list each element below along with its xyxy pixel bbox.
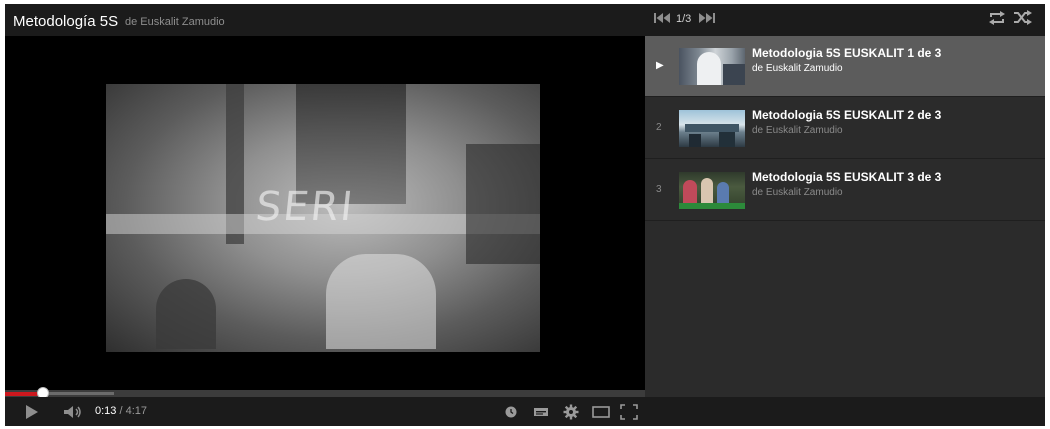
thumbnail-figure bbox=[719, 132, 735, 147]
video-column: Metodología 5S de Euskalit Zamudio SERI bbox=[5, 4, 645, 426]
title-bar: Metodología 5S de Euskalit Zamudio bbox=[5, 4, 645, 36]
thumbnail-figure bbox=[697, 52, 721, 85]
play-button[interactable] bbox=[19, 397, 45, 426]
control-bar: 0:13 / 4:17 bbox=[5, 397, 645, 426]
time-separator: / bbox=[119, 405, 123, 417]
playlist-item-title[interactable]: Metodologia 5S EUSKALIT 1 de 3 bbox=[752, 46, 941, 60]
current-time: 0:13 bbox=[95, 405, 117, 417]
duration: 4:17 bbox=[125, 405, 148, 417]
playlist-item-index: 2 bbox=[656, 122, 662, 133]
captions-button[interactable] bbox=[530, 397, 552, 426]
frame-shade bbox=[466, 144, 540, 264]
video-thumbnail[interactable] bbox=[679, 172, 745, 209]
playlist-item-index: 3 bbox=[656, 184, 662, 195]
loop-button[interactable] bbox=[985, 4, 1009, 32]
skip-next-icon bbox=[699, 13, 715, 23]
video-frame[interactable]: SERI bbox=[106, 84, 540, 352]
clock-icon bbox=[505, 406, 517, 417]
playlist-item[interactable]: 2 Metodologia 5S EUSKALIT 2 de 3 de Eusk… bbox=[645, 98, 1045, 159]
playlist-item-owner: de Euskalit Zamudio bbox=[752, 63, 843, 74]
progress-bar[interactable] bbox=[5, 387, 645, 399]
playlist-item-owner: de Euskalit Zamudio bbox=[752, 187, 843, 198]
theater-mode-button[interactable] bbox=[589, 397, 613, 426]
fullscreen-button[interactable] bbox=[617, 397, 641, 426]
watch-later-button[interactable] bbox=[502, 397, 520, 426]
frame-figure bbox=[156, 279, 216, 349]
volume-icon bbox=[64, 405, 81, 418]
fullscreen-icon bbox=[620, 403, 638, 420]
theater-mode-icon bbox=[592, 405, 610, 418]
captions-icon bbox=[534, 407, 548, 416]
loop-icon bbox=[989, 11, 1005, 25]
playlist-item-title[interactable]: Metodologia 5S EUSKALIT 3 de 3 bbox=[752, 170, 941, 184]
frame-figure bbox=[326, 254, 436, 349]
now-playing-indicator: ▶ bbox=[656, 60, 664, 71]
thumbnail-figure bbox=[689, 134, 701, 147]
playlist-item[interactable]: ▶ Metodologia 5S EUSKALIT 1 de 3 de Eusk… bbox=[645, 36, 1045, 97]
video-player: Metodología 5S de Euskalit Zamudio SERI bbox=[5, 4, 1045, 426]
volume-button[interactable] bbox=[61, 397, 85, 426]
playlist-footer bbox=[645, 397, 1045, 426]
playlist-item[interactable]: 3 Metodologia 5S EUSKALIT 3 de 3 de Eusk… bbox=[645, 160, 1045, 221]
gear-icon bbox=[563, 404, 579, 419]
video-byline[interactable]: de Euskalit Zamudio bbox=[125, 16, 225, 28]
playlist-header: 1/3 bbox=[645, 4, 1045, 36]
previous-video-button[interactable] bbox=[651, 4, 673, 32]
playlist-panel: 1/3 ▶ Metodologia 5S EUSKALIT 1 de 3 de … bbox=[645, 4, 1045, 426]
playlist-item-title[interactable]: Metodologia 5S EUSKALIT 2 de 3 bbox=[752, 108, 941, 122]
thumbnail-figure bbox=[723, 64, 745, 85]
settings-button[interactable] bbox=[560, 397, 582, 426]
thumbnail-figure bbox=[679, 203, 745, 209]
video-thumbnail[interactable] bbox=[679, 110, 745, 147]
video-title[interactable]: Metodología 5S bbox=[13, 13, 118, 30]
playlist-position: 1/3 bbox=[676, 13, 692, 25]
shuffle-button[interactable] bbox=[1011, 4, 1035, 32]
video-thumbnail[interactable] bbox=[679, 48, 745, 85]
shuffle-icon bbox=[1014, 10, 1032, 25]
playlist-item-owner: de Euskalit Zamudio bbox=[752, 125, 843, 136]
next-video-button[interactable] bbox=[695, 4, 719, 32]
play-icon bbox=[26, 404, 38, 419]
frame-sign-text: SERI bbox=[253, 184, 357, 230]
skip-previous-icon bbox=[654, 13, 670, 23]
time-display: 0:13 / 4:17 bbox=[95, 405, 147, 417]
thumbnail-figure bbox=[685, 124, 739, 132]
video-stage[interactable]: SERI bbox=[5, 36, 645, 390]
